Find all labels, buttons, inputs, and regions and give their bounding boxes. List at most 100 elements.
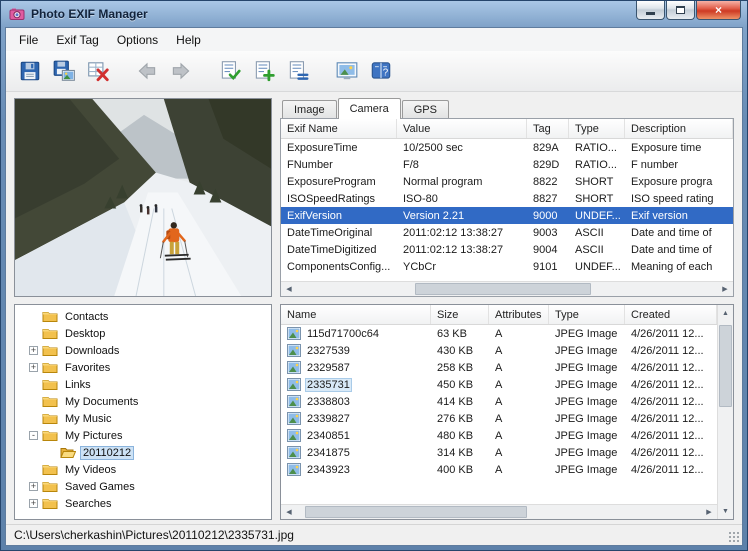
save-image-button[interactable] xyxy=(48,56,79,87)
exif-row[interactable]: DateTimeOriginal2011:02:12 13:38:279003A… xyxy=(281,224,733,241)
exif-header-description[interactable]: Description xyxy=(625,119,733,138)
tree-expander[interactable]: - xyxy=(29,431,38,440)
file-row[interactable]: 2338803414 KBAJPEG Image4/26/2011 12... xyxy=(281,393,717,410)
tree-item-desktop[interactable]: Desktop xyxy=(15,325,271,342)
scroll-left-button[interactable]: ◀ xyxy=(281,282,297,296)
exif-header-value[interactable]: Value xyxy=(397,119,527,138)
exif-cell-description: Exposure progra xyxy=(625,173,733,190)
file-header-name[interactable]: Name xyxy=(281,305,431,324)
exif-header-tag[interactable]: Tag xyxy=(527,119,569,138)
tag-list-button[interactable] xyxy=(282,56,313,87)
help-button[interactable]: ? xyxy=(365,56,396,87)
view-image-button[interactable] xyxy=(331,56,362,87)
file-cell-type: JPEG Image xyxy=(549,461,625,478)
exif-cell-name: ExifVersion xyxy=(281,207,397,224)
file-vscrollbar[interactable]: ▲ ▼ xyxy=(717,305,733,519)
exif-cell-value: 2011:02:12 13:38:27 xyxy=(397,224,527,241)
scroll-right-button[interactable]: ▶ xyxy=(701,505,717,519)
tab-camera[interactable]: Camera xyxy=(338,98,401,119)
file-row[interactable]: 2329587258 KBAJPEG Image4/26/2011 12... xyxy=(281,359,717,376)
file-cell-size: 314 KB xyxy=(431,444,489,461)
tree-item-my-videos[interactable]: My Videos xyxy=(15,461,271,478)
file-cell-created: 4/26/2011 12... xyxy=(625,342,717,359)
file-name-label: 2329587 xyxy=(305,362,352,374)
save-button[interactable] xyxy=(14,56,45,87)
menu-exif-tag[interactable]: Exif Tag xyxy=(47,30,107,50)
exif-hscrollbar[interactable]: ◀ ▶ xyxy=(281,281,733,296)
menu-options[interactable]: Options xyxy=(108,30,167,50)
exif-cell-tag: 8827 xyxy=(527,190,569,207)
title-bar[interactable]: Photo EXIF Manager × xyxy=(1,1,747,27)
scrollbar-track[interactable] xyxy=(718,321,733,503)
exif-row[interactable]: ComponentsConfig...YCbCr9101UNDEF...Mean… xyxy=(281,258,733,275)
file-row[interactable]: 2339827276 KBAJPEG Image4/26/2011 12... xyxy=(281,410,717,427)
tree-expander[interactable]: + xyxy=(29,499,38,508)
file-header-created[interactable]: Created xyxy=(625,305,717,324)
folder-icon xyxy=(42,497,58,510)
scrollbar-thumb[interactable] xyxy=(305,506,527,518)
image-file-icon xyxy=(287,327,301,340)
edit-tag-button[interactable] xyxy=(214,56,245,87)
exif-row[interactable]: DateTimeDigitized2011:02:12 13:38:279004… xyxy=(281,241,733,258)
tree-item-my-music[interactable]: My Music xyxy=(15,410,271,427)
scrollbar-track[interactable] xyxy=(297,505,701,519)
previous-button[interactable] xyxy=(131,56,162,87)
close-button[interactable]: × xyxy=(696,1,741,20)
tree-item-20110212[interactable]: 20110212 xyxy=(15,444,271,461)
menu-file[interactable]: File xyxy=(10,30,47,50)
scroll-right-button[interactable]: ▶ xyxy=(717,282,733,296)
exif-header-type[interactable]: Type xyxy=(569,119,625,138)
tab-image[interactable]: Image xyxy=(282,100,337,119)
next-button[interactable] xyxy=(165,56,196,87)
file-row[interactable]: 2340851480 KBAJPEG Image4/26/2011 12... xyxy=(281,427,717,444)
scrollbar-thumb[interactable] xyxy=(719,325,732,407)
file-cell-created: 4/26/2011 12... xyxy=(625,461,717,478)
exif-row[interactable]: ISOSpeedRatingsISO-808827SHORTISO speed … xyxy=(281,190,733,207)
resize-grip[interactable] xyxy=(728,531,739,542)
tab-gps[interactable]: GPS xyxy=(402,100,449,119)
file-row[interactable]: 2327539430 KBAJPEG Image4/26/2011 12... xyxy=(281,342,717,359)
tree-item-searches[interactable]: +Searches xyxy=(15,495,271,512)
scrollbar-track[interactable] xyxy=(297,282,717,296)
scroll-up-button[interactable]: ▲ xyxy=(718,305,733,321)
add-tag-button[interactable] xyxy=(248,56,279,87)
file-name-label: 2327539 xyxy=(305,345,352,357)
maximize-button[interactable] xyxy=(666,1,695,20)
exif-row[interactable]: ExposureTime10/2500 sec829ARATIO...Expos… xyxy=(281,139,733,156)
exif-header-name[interactable]: Exif Name xyxy=(281,119,397,138)
tree-item-my-pictures[interactable]: -My Pictures xyxy=(15,427,271,444)
scroll-left-button[interactable]: ◀ xyxy=(281,505,297,519)
file-header-attributes[interactable]: Attributes xyxy=(489,305,549,324)
delete-exif-button[interactable] xyxy=(82,56,113,87)
tree-item-favorites[interactable]: + Favorites xyxy=(15,359,271,376)
exif-row[interactable]: ExposureProgramNormal program8822SHORTEx… xyxy=(281,173,733,190)
file-row[interactable]: 2343923400 KBAJPEG Image4/26/2011 12... xyxy=(281,461,717,478)
tree-item-links[interactable]: Links xyxy=(15,376,271,393)
minimize-button[interactable] xyxy=(636,1,665,20)
exif-cell-type: UNDEF... xyxy=(569,258,625,275)
file-hscrollbar[interactable]: ◀ ▶ xyxy=(281,504,717,519)
file-header-type[interactable]: Type xyxy=(549,305,625,324)
scroll-down-button[interactable]: ▼ xyxy=(718,503,733,519)
tree-item-downloads[interactable]: + Downloads xyxy=(15,342,271,359)
exif-row[interactable]: FNumberF/8829DRATIO...F number xyxy=(281,156,733,173)
tree-expander[interactable]: + xyxy=(29,346,38,355)
tree-item-label: Downloads xyxy=(62,344,122,358)
file-row[interactable]: 2341875314 KBAJPEG Image4/26/2011 12... xyxy=(281,444,717,461)
tree-item-saved-games[interactable]: +Saved Games xyxy=(15,478,271,495)
tree-expander[interactable]: + xyxy=(29,363,38,372)
exif-cell-type: RATIO... xyxy=(569,139,625,156)
menu-help[interactable]: Help xyxy=(167,30,210,50)
exif-row[interactable]: ExifVersionVersion 2.219000UNDEF...Exif … xyxy=(281,207,733,224)
exif-cell-value: Version 2.21 xyxy=(397,207,527,224)
file-header-size[interactable]: Size xyxy=(431,305,489,324)
tree-item-contacts[interactable]: Contacts xyxy=(15,308,271,325)
tree-expander[interactable]: + xyxy=(29,482,38,491)
exif-cell-name: ISOSpeedRatings xyxy=(281,190,397,207)
tree-item-my-documents[interactable]: My Documents xyxy=(15,393,271,410)
tree-item-label: Favorites xyxy=(62,361,113,375)
scrollbar-thumb[interactable] xyxy=(415,283,591,295)
file-row[interactable]: 2335731450 KBAJPEG Image4/26/2011 12... xyxy=(281,376,717,393)
tree-item-label: My Music xyxy=(62,412,114,426)
file-row[interactable]: 115d71700c6463 KBAJPEG Image4/26/2011 12… xyxy=(281,325,717,342)
